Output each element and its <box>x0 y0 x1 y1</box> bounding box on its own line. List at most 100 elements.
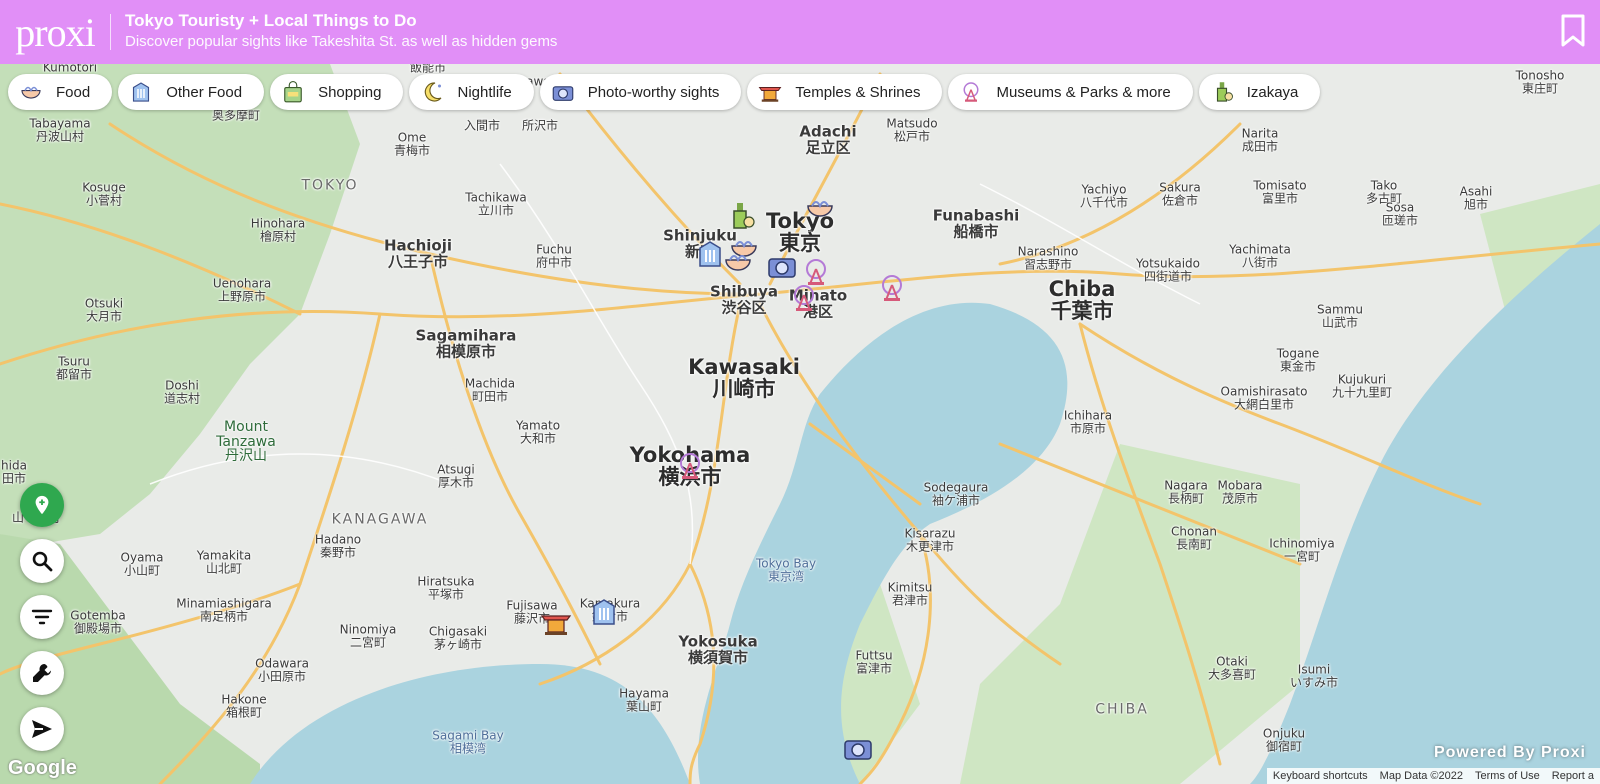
place-label: Gotemba 御殿場市 <box>70 608 126 635</box>
place-label: Sammu 山武市 <box>1317 302 1363 329</box>
place-label: Ichinomiya 一宮町 <box>1269 536 1335 563</box>
place-label: Narashino 習志野市 <box>1017 244 1079 271</box>
powered-by-text: Powered By Proxi <box>1433 744 1586 761</box>
map-data-text: Map Data ©2022 <box>1379 770 1463 782</box>
place-label: Kawasaki 川崎市 <box>688 354 800 401</box>
place-label: TOKYO <box>301 177 359 194</box>
place-label: Odawara 小田原市 <box>255 656 309 683</box>
category-chip-nightlife[interactable]: Nightlife <box>409 74 534 110</box>
place-label: Shibuya 渋谷区 <box>710 282 778 316</box>
place-label: Mount Tanzawa 丹沢山 <box>216 418 276 465</box>
filter-icon <box>31 609 53 625</box>
category-chip-photo-worthy[interactable]: Photo-worthy sights <box>539 74 742 110</box>
place-label: Hakone 箱根町 <box>221 692 267 719</box>
category-chip-shopping[interactable]: Shopping <box>270 74 404 110</box>
place-label: Oyama 小山町 <box>120 550 164 577</box>
google-logo: Google <box>8 757 77 779</box>
map-marker-ferris-wheel-icon[interactable] <box>876 272 908 304</box>
category-label: Other Food <box>166 83 243 101</box>
map-title: Tokyo Touristy + Local Things to Do <box>125 11 417 30</box>
place-label: Yachimata 八街市 <box>1229 242 1291 269</box>
place-label: Ome 青梅市 <box>393 130 431 157</box>
category-chip-food[interactable]: Food <box>8 74 113 110</box>
place-label: Yamakita 山北町 <box>196 548 252 575</box>
tools-button[interactable] <box>20 651 64 695</box>
shopping-bag-icon <box>280 79 306 105</box>
place-label: 飯能市 <box>409 64 447 75</box>
category-chip-other-food[interactable]: Other Food <box>118 74 265 110</box>
place-label: Kujukuri 九十九里町 <box>1331 372 1393 399</box>
place-label: Chiba 千葉市 <box>1048 276 1116 323</box>
place-label: Oamishirasato 大網白里市 <box>1220 384 1308 411</box>
temple-icon <box>757 79 783 105</box>
map-pin-icon <box>35 495 49 515</box>
place-label: Sakura 佐倉市 <box>1159 180 1201 207</box>
map-subtitle: Discover popular sights like Takeshita S… <box>125 33 558 50</box>
place-label: Sosa 匝瑳市 <box>1381 200 1419 227</box>
place-label: Sodegaura 袖ケ浦市 <box>923 480 989 507</box>
place-label: Tonosho 東庄町 <box>1515 68 1565 95</box>
map-marker-ramen-bowl-icon[interactable] <box>804 192 836 224</box>
place-label: Narita 成田市 <box>1241 126 1279 153</box>
place-label: Kumotori <box>42 64 98 75</box>
place-label: Tachikawa 立川市 <box>465 190 527 217</box>
bookmark-icon[interactable] <box>1560 14 1586 48</box>
place-label: Futtsu 富津市 <box>855 648 893 675</box>
place-label: Chigasaki 茅ヶ崎市 <box>428 624 488 651</box>
category-chip-museums-parks[interactable]: Museums & Parks & more <box>948 74 1193 110</box>
place-label: Atsugi 厚木市 <box>437 462 475 489</box>
place-label: Yachiyo 八千代市 <box>1079 182 1129 209</box>
category-label: Food <box>56 83 91 101</box>
place-label: 奥多摩町 <box>211 108 261 123</box>
share-button[interactable] <box>20 707 64 751</box>
keyboard-shortcuts-link[interactable]: Keyboard shortcuts <box>1267 768 1374 784</box>
map-marker-temple-icon[interactable] <box>540 606 572 638</box>
terms-link[interactable]: Terms of Use <box>1469 768 1546 784</box>
send-icon <box>32 720 52 738</box>
map-marker-bottle-glass-icon[interactable] <box>724 200 756 232</box>
filter-button[interactable] <box>20 595 64 639</box>
place-label: Hiratsuka 平塚市 <box>417 574 475 601</box>
category-chip-izakaya[interactable]: Izakaya <box>1198 74 1321 110</box>
camera-icon <box>550 79 576 105</box>
place-label: Isumi いすみ市 <box>1289 662 1339 689</box>
category-chip-temples[interactable]: Temples & Shrines <box>747 74 943 110</box>
place-label: Otaki 大多喜町 <box>1207 654 1257 681</box>
map-marker-camera-icon[interactable] <box>766 250 798 282</box>
map-canvas[interactable]: Kumotori 飯能市 Tokorozawa Tonosho 東庄町 Taba… <box>0 64 1600 784</box>
place-label: Ninomiya 二宮町 <box>339 622 397 649</box>
search-button[interactable] <box>20 539 64 583</box>
place-label: Tsuru 都留市 <box>55 354 93 381</box>
wrench-icon <box>33 664 51 682</box>
add-location-button[interactable] <box>20 483 64 527</box>
map-marker-camera-icon[interactable] <box>842 732 874 764</box>
map-attribution-bar: Keyboard shortcuts Map Data ©2022 Terms … <box>1266 768 1600 784</box>
fork-knife-icon <box>128 79 154 105</box>
category-label: Temples & Shrines <box>795 83 921 101</box>
category-label: Izakaya <box>1246 83 1299 101</box>
place-label: 所沢市 <box>521 118 559 133</box>
place-label: hida 田市 <box>1 458 27 485</box>
map-marker-ramen-bowl-icon[interactable] <box>722 246 754 278</box>
place-label: Asahi 旭市 <box>1459 184 1493 211</box>
place-label: Ichihara 市原市 <box>1063 408 1113 435</box>
place-label: Funabashi 船橋市 <box>932 206 1020 240</box>
map-marker-ferris-wheel-icon[interactable] <box>788 282 820 314</box>
place-label: Tomisato 富里市 <box>1253 178 1307 205</box>
place-label: Uenohara 上野原市 <box>212 276 272 303</box>
place-label: Hayama 葉山町 <box>619 686 669 713</box>
place-label: 入間市 <box>463 118 501 133</box>
map-marker-ferris-wheel-icon[interactable] <box>674 450 706 482</box>
place-label: Kisarazu 木更津市 <box>904 526 956 553</box>
place-label: Togane 東金市 <box>1276 346 1320 373</box>
bottle-glass-icon <box>1209 79 1235 105</box>
report-link[interactable]: Report a <box>1546 768 1600 784</box>
map-marker-fork-knife-icon[interactable] <box>588 596 620 628</box>
place-label: Yokosuka 横須賀市 <box>678 632 758 666</box>
search-icon <box>32 551 53 572</box>
place-label: Fuchu 府中市 <box>535 242 573 269</box>
place-label: Kosuge 小菅村 <box>82 180 126 207</box>
place-label: Tokyo Bay 東京湾 <box>755 556 817 583</box>
place-label: Hachioji 八王子市 <box>384 236 452 270</box>
proxi-logo[interactable]: proxi <box>0 0 110 64</box>
